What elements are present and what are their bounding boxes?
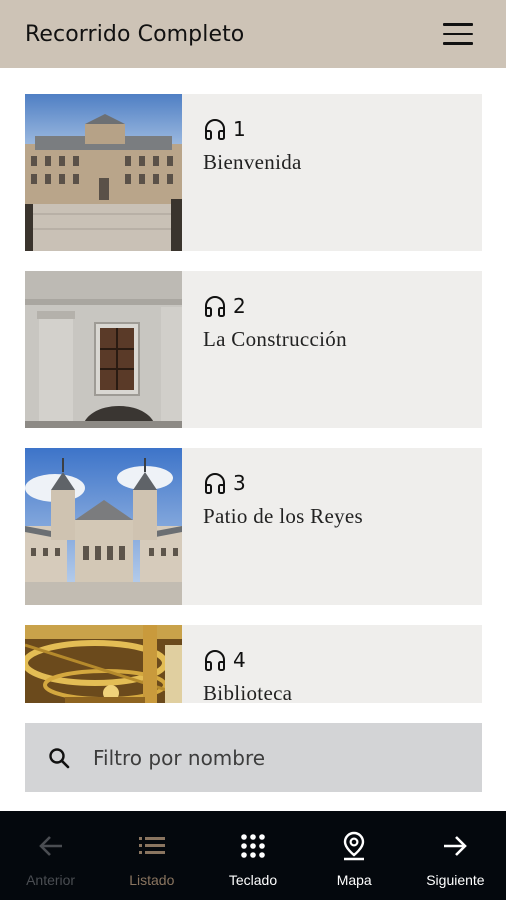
- nav-label: Siguiente: [426, 872, 485, 888]
- stop-title: La Construcción: [203, 327, 347, 351]
- stop-number: 2: [233, 294, 246, 318]
- stop-thumbnail-image: [25, 625, 182, 703]
- stop-number: 1: [233, 117, 246, 141]
- stop-info: 2 La Construcción: [182, 271, 347, 428]
- nav-list-button[interactable]: Listado: [101, 811, 202, 900]
- nav-label: Listado: [129, 872, 175, 888]
- stop-title: Biblioteca: [203, 681, 293, 703]
- stop-thumbnail-image: [25, 94, 182, 251]
- headphones-icon: [205, 650, 225, 671]
- stop-info: 3 Patio de los Reyes: [182, 448, 363, 605]
- headphones-icon: [205, 296, 225, 317]
- page-title: Recorrido Completo: [25, 21, 245, 47]
- stops-list[interactable]: 1 Bienvenida 2 La Construcción 3 Patio d…: [25, 94, 482, 703]
- nav-next-button[interactable]: Siguiente: [405, 811, 506, 900]
- headphones-icon: [205, 119, 225, 140]
- nav-keypad-button[interactable]: Teclado: [202, 811, 303, 900]
- stop-number: 4: [233, 648, 246, 672]
- search-input[interactable]: [93, 745, 453, 770]
- search-icon: [49, 747, 70, 768]
- list-item-stop-1[interactable]: 1 Bienvenida: [25, 94, 482, 251]
- nav-map-button[interactable]: Mapa: [304, 811, 405, 900]
- nav-label: Anterior: [26, 872, 76, 888]
- nav-label: Mapa: [336, 872, 372, 888]
- arrow-left-icon: [38, 836, 62, 856]
- stop-thumbnail-image: [25, 271, 182, 428]
- arrow-right-icon: [444, 836, 468, 856]
- hamburger-menu-button[interactable]: [443, 23, 473, 45]
- stop-info: 4 Biblioteca: [182, 625, 292, 703]
- list-item-stop-4[interactable]: 4 Biblioteca: [25, 625, 482, 703]
- app-header: Recorrido Completo: [0, 0, 506, 68]
- stop-thumbnail-image: [25, 448, 182, 605]
- headphones-icon: [205, 473, 225, 494]
- stop-info: 1 Bienvenida: [182, 94, 302, 251]
- bottom-navigation: Anterior Listado Teclado Mapa Siguiente: [0, 811, 506, 900]
- stop-number: 3: [233, 471, 246, 495]
- stop-title: Bienvenida: [203, 150, 302, 174]
- list-icon: [138, 837, 165, 854]
- map-pin-icon: [344, 831, 365, 861]
- list-item-stop-3[interactable]: 3 Patio de los Reyes: [25, 448, 482, 605]
- hamburger-icon: [443, 23, 473, 26]
- list-item-stop-2[interactable]: 2 La Construcción: [25, 271, 482, 428]
- keypad-icon: [241, 834, 265, 858]
- nav-label: Teclado: [228, 872, 278, 888]
- search-bar[interactable]: [25, 723, 482, 792]
- stop-title: Patio de los Reyes: [203, 504, 363, 528]
- nav-previous-button[interactable]: Anterior: [0, 811, 101, 900]
